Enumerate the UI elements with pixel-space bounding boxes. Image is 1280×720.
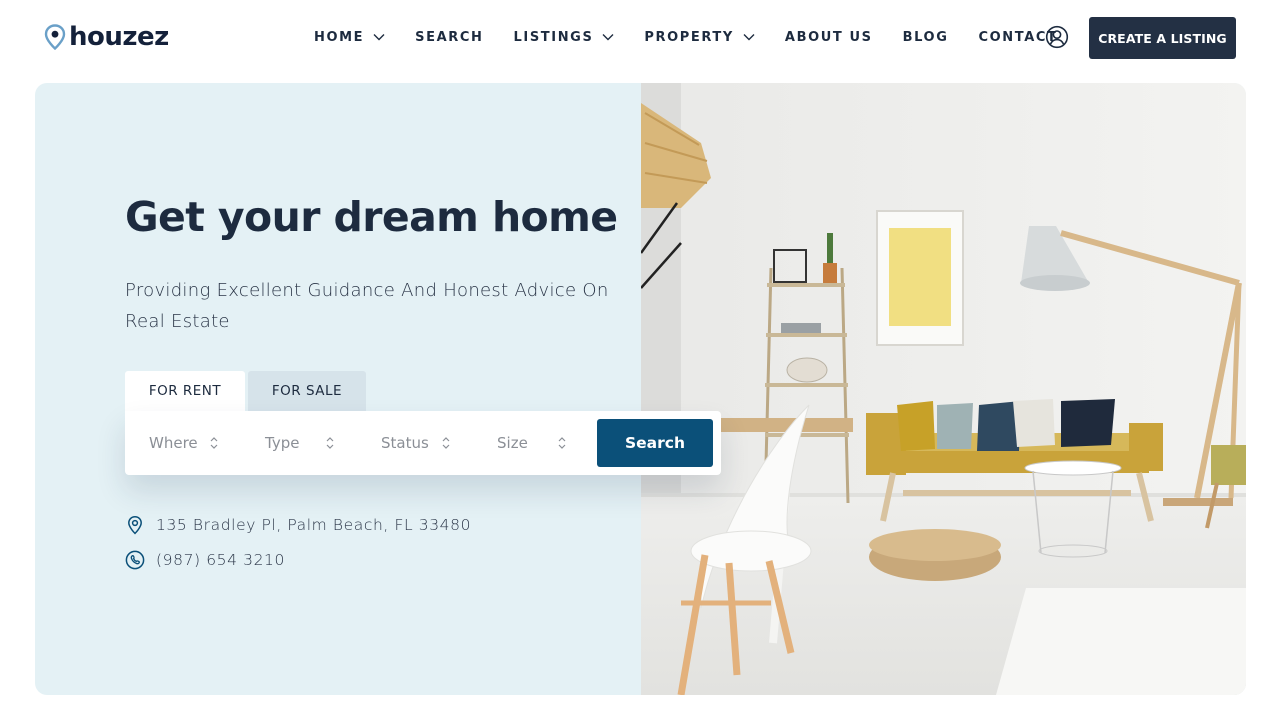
nav-item-label: LISTINGS [513, 29, 594, 45]
user-account-button[interactable] [1045, 25, 1069, 49]
nav-item-search[interactable]: SEARCH [415, 30, 483, 45]
phone-row: (987) 654 3210 [125, 550, 285, 570]
sort-arrows-icon [442, 437, 450, 449]
sort-arrows-icon [210, 437, 218, 449]
address-text: 135 Bradley Pl, Palm Beach, FL 33480 [156, 516, 472, 534]
living-room-photo [641, 83, 1246, 695]
logo[interactable]: houzez [44, 22, 169, 52]
size-label: Size [497, 434, 528, 452]
site-header: houzez HOME SEARCH LISTINGS PROPERTY ABO… [0, 0, 1280, 76]
hero-section: Get your dream home Providing Excellent … [35, 83, 1246, 695]
map-marker-icon [128, 516, 142, 535]
tab-for-sale[interactable]: FOR SALE [248, 371, 366, 411]
create-listing-button[interactable]: CREATE A LISTING [1089, 17, 1236, 59]
nav-item-label: PROPERTY [644, 29, 734, 45]
where-label: Where [149, 434, 198, 452]
nav-item-label: HOME [314, 29, 365, 45]
size-select[interactable]: Size [473, 411, 577, 475]
search-tabs: FOR RENT FOR SALE [125, 371, 366, 411]
main-nav: HOME SEARCH LISTINGS PROPERTY ABOUT US B… [314, 28, 1057, 46]
hero-headline: Get your dream home [125, 193, 618, 241]
nav-item-label: BLOG [902, 29, 949, 45]
nav-item-home[interactable]: HOME [314, 30, 385, 45]
location-pin-icon [44, 24, 66, 50]
tab-for-rent[interactable]: FOR RENT [125, 371, 245, 411]
status-select[interactable]: Status [357, 411, 461, 475]
status-label: Status [381, 434, 429, 452]
brand-name: houzez [69, 22, 169, 52]
phone-icon [125, 550, 145, 570]
type-select[interactable]: Type [241, 411, 345, 475]
hero-subtitle: Providing Excellent Guidance And Honest … [125, 280, 609, 332]
property-search-bar: Where Type Status Size Search [125, 411, 721, 475]
nav-item-blog[interactable]: BLOG [903, 30, 949, 45]
type-label: Type [265, 434, 300, 452]
chevron-down-icon [743, 34, 755, 41]
sort-arrows-icon [558, 437, 566, 449]
nav-item-about-us[interactable]: ABOUT US [785, 30, 873, 45]
nav-item-property[interactable]: PROPERTY [644, 30, 755, 45]
chevron-down-icon [602, 34, 614, 41]
user-circle-icon [1045, 25, 1069, 49]
nav-item-label: SEARCH [415, 29, 484, 45]
nav-item-label: ABOUT US [784, 29, 873, 45]
phone-text: (987) 654 3210 [156, 551, 285, 569]
nav-item-listings[interactable]: LISTINGS [514, 30, 615, 45]
where-select[interactable]: Where [125, 411, 229, 475]
search-button[interactable]: Search [597, 419, 713, 467]
chevron-down-icon [373, 34, 385, 41]
sort-arrows-icon [326, 437, 334, 449]
address-row: 135 Bradley Pl, Palm Beach, FL 33480 [125, 515, 471, 535]
